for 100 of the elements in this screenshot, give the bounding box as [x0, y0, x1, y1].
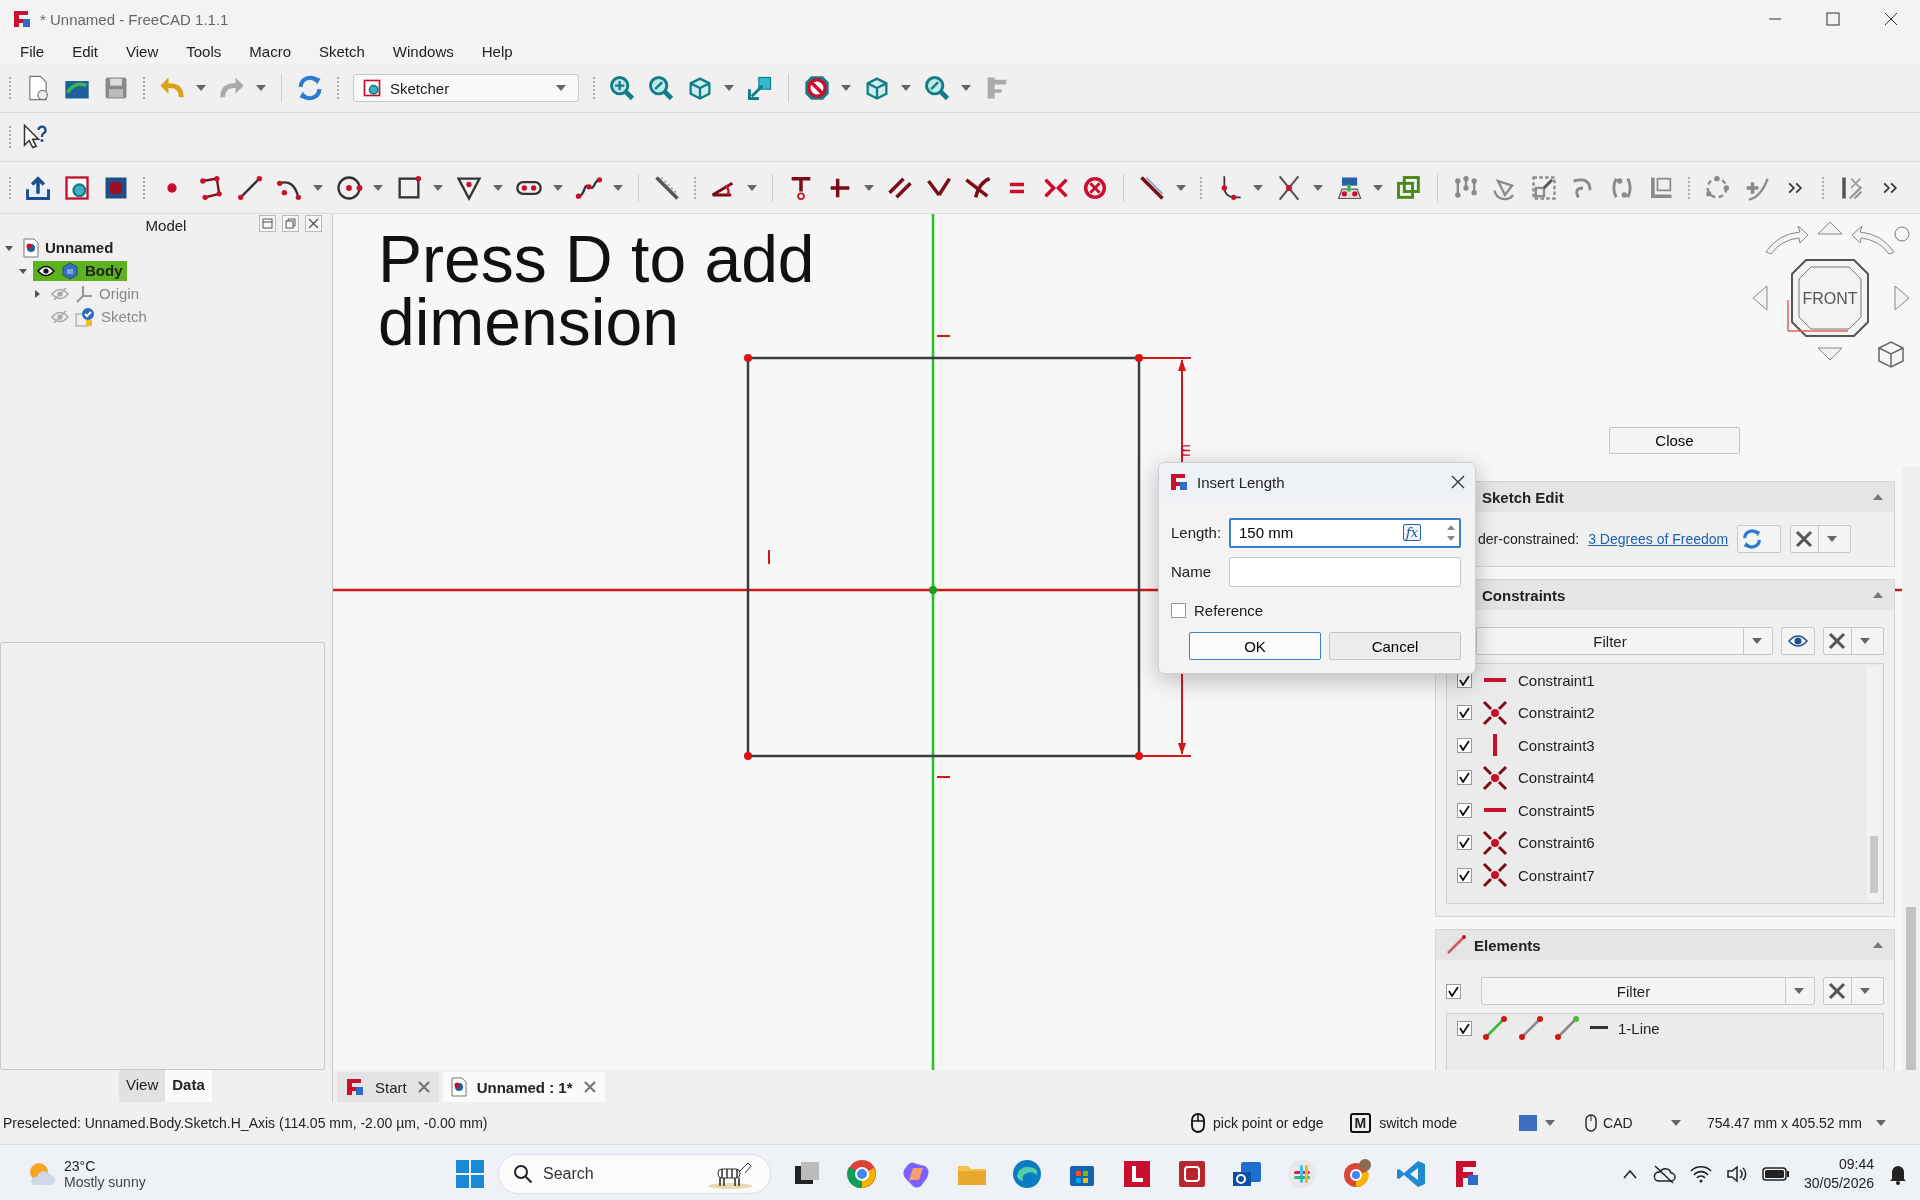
checkbox[interactable]: [1446, 983, 1461, 999]
caret-icon[interactable]: [864, 184, 874, 191]
constraint-mark[interactable]: [936, 776, 951, 778]
collapse-arrow-icon[interactable]: [1872, 941, 1884, 949]
arrow-square-icon[interactable]: [746, 74, 774, 102]
constraint-row[interactable]: Constraint7: [1447, 859, 1883, 892]
rotate-arrow-icon[interactable]: [1851, 225, 1895, 255]
name-field[interactable]: [1229, 556, 1461, 587]
menu-item[interactable]: Macro: [237, 40, 303, 62]
view-size-dropdown[interactable]: 754.47 mm x 405.52 mm: [1707, 1115, 1890, 1131]
caret-icon[interactable]: [493, 184, 503, 191]
toolbar-handle[interactable]: [1821, 175, 1825, 200]
battery-icon[interactable]: [1761, 1167, 1790, 1181]
notification-bell-icon[interactable]: [1888, 1163, 1908, 1185]
freedom-link[interactable]: 3 Degrees of Freedom: [1588, 531, 1729, 547]
constraint-row[interactable]: Constraint3: [1447, 729, 1883, 762]
caret-icon[interactable]: [901, 85, 911, 91]
toolbar-handle[interactable]: [8, 125, 12, 149]
collapse-arrow-icon[interactable]: [1872, 591, 1884, 599]
constraint-row[interactable]: Constraint4: [1447, 761, 1883, 794]
caret-icon[interactable]: [961, 85, 971, 91]
scale-icon[interactable]: [1530, 173, 1558, 202]
windows-start-icon[interactable]: [456, 1160, 484, 1188]
scrollbar[interactable]: [1867, 666, 1881, 901]
caret-icon[interactable]: [1253, 184, 1263, 191]
caret-icon[interactable]: [747, 184, 757, 191]
polyline-icon[interactable]: [197, 173, 225, 202]
magnifier-icon[interactable]: [923, 74, 951, 102]
close-button[interactable]: [305, 215, 322, 232]
formula-button[interactable]: fx: [1403, 524, 1422, 541]
toolbar-handle[interactable]: [336, 76, 340, 100]
clock-date[interactable]: 30/05/2026: [1803, 1174, 1874, 1193]
search-field[interactable]: Search: [498, 1154, 771, 1194]
circle-icon[interactable]: [335, 173, 363, 202]
menu-item[interactable]: File: [8, 40, 57, 62]
settings-dropdown[interactable]: [1823, 977, 1884, 1005]
refresh-button[interactable]: [1737, 525, 1782, 553]
document-app-icon[interactable]: [1176, 1158, 1208, 1190]
refresh-icon[interactable]: [296, 74, 324, 102]
visibility-button[interactable]: [1781, 627, 1815, 655]
checkbox[interactable]: [1457, 835, 1472, 851]
sketch-view-icon[interactable]: [63, 173, 91, 202]
caret-icon[interactable]: [1176, 184, 1186, 191]
checkbox[interactable]: [1457, 737, 1472, 753]
section-title[interactable]: Constraints: [1482, 586, 1566, 604]
panel-tab[interactable]: View: [119, 1070, 166, 1102]
panel-tab[interactable]: Data: [165, 1070, 212, 1102]
sketch-point[interactable]: [744, 354, 752, 362]
constraint-row[interactable]: Constraint2: [1447, 696, 1883, 729]
dock-button[interactable]: [259, 215, 276, 232]
constraint-row[interactable]: Constraint6: [1447, 826, 1883, 859]
chat-app-icon[interactable]: [1286, 1158, 1318, 1190]
copy-squares-icon[interactable]: [1395, 173, 1423, 202]
caret-icon[interactable]: [373, 184, 383, 191]
toolbar-handle[interactable]: [1687, 175, 1691, 200]
section-title[interactable]: Elements: [1474, 936, 1541, 954]
collapse-arrow-icon[interactable]: [1872, 493, 1884, 501]
navigation-cube-drawing[interactable]: [1787, 259, 1869, 337]
dialog-button[interactable]: Cancel: [1329, 632, 1461, 660]
caret-icon[interactable]: [1373, 184, 1383, 191]
sketch-point[interactable]: [1135, 354, 1143, 362]
clock-time[interactable]: 09:44: [1803, 1155, 1874, 1174]
checkbox[interactable]: [1457, 1020, 1472, 1036]
checkbox[interactable]: [1457, 867, 1472, 883]
toolbar-handle[interactable]: [8, 175, 12, 200]
menu-item[interactable]: View: [114, 40, 171, 62]
filter-dropdown[interactable]: Filter: [1481, 977, 1815, 1005]
close-icon[interactable]: [1884, 12, 1898, 26]
menu-item[interactable]: Windows: [380, 40, 466, 62]
menu-item[interactable]: Edit: [60, 40, 111, 62]
cloud-off-icon[interactable]: [1651, 1164, 1676, 1184]
sketch-point[interactable]: [744, 752, 752, 760]
menu-item[interactable]: Help: [469, 40, 525, 62]
checkbox[interactable]: [1457, 802, 1472, 818]
zoom-selection-icon[interactable]: [647, 74, 675, 102]
help-cursor-icon[interactable]: [21, 123, 49, 151]
distance-icon[interactable]: [1138, 173, 1166, 202]
navigation-style-dropdown[interactable]: CAD: [1585, 1114, 1685, 1132]
rotate-arrow-icon[interactable]: [1765, 225, 1809, 255]
chevron-up-icon[interactable]: [1621, 1169, 1638, 1179]
caret-icon[interactable]: [313, 184, 323, 191]
tree-item[interactable]: Body: [33, 260, 127, 281]
close-button[interactable]: Close: [1609, 427, 1740, 454]
close-icon[interactable]: [1451, 475, 1465, 489]
letter-app-icon[interactable]: [1121, 1158, 1153, 1190]
browser-icon[interactable]: [846, 1158, 878, 1190]
toolbar-handle[interactable]: [693, 175, 697, 200]
browser-wave-icon[interactable]: [1011, 1158, 1043, 1190]
constraint-mark[interactable]: [936, 335, 951, 337]
construction-line-icon[interactable]: [653, 173, 681, 202]
browser-profile-icon[interactable]: [1341, 1158, 1373, 1190]
maximize-icon[interactable]: [1826, 12, 1840, 26]
checkbox[interactable]: [1171, 603, 1186, 618]
line-icon[interactable]: [236, 173, 264, 202]
zoom-fit-icon[interactable]: [608, 74, 636, 102]
no-entry-icon[interactable]: [803, 74, 831, 102]
scrollbar[interactable]: [1902, 467, 1920, 1070]
filter-dropdown[interactable]: Filter: [1476, 627, 1773, 655]
dialog-button[interactable]: OK: [1189, 632, 1321, 660]
length-field[interactable]: 150 mm fx: [1229, 517, 1461, 548]
